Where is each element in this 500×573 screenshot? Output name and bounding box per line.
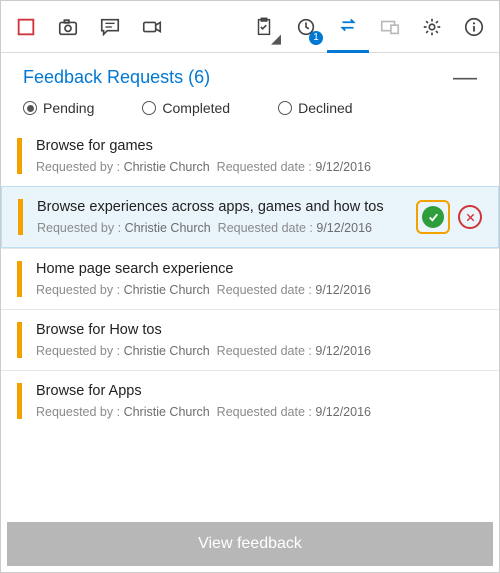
requester-name: Christie Church xyxy=(124,283,210,297)
filter-completed[interactable]: Completed xyxy=(142,100,230,116)
filter-label: Declined xyxy=(298,100,352,116)
requested-date-label: Requested date : xyxy=(217,344,312,358)
history-button[interactable]: 1 xyxy=(285,1,327,53)
accent-bar xyxy=(18,199,23,235)
feedback-item[interactable]: Browse for Apps Requested by : Christie C… xyxy=(1,370,499,431)
comment-icon xyxy=(99,16,121,38)
sync-icon xyxy=(337,14,359,36)
square-icon xyxy=(15,16,37,38)
info-button[interactable] xyxy=(453,1,495,53)
view-feedback-button[interactable]: View feedback xyxy=(7,522,493,566)
accent-bar xyxy=(17,322,22,358)
filter-row: Pending Completed Declined xyxy=(23,100,477,120)
accept-button[interactable] xyxy=(416,200,450,234)
signal-icon: ◢ xyxy=(271,31,281,47)
check-circle-icon xyxy=(422,206,444,228)
accent-bar xyxy=(17,261,22,297)
radio-icon xyxy=(142,101,156,115)
panel-header-area: Feedback Requests (6) — Pending Complete… xyxy=(1,53,499,126)
item-text: Browse for How tos Requested by : Christi… xyxy=(36,322,483,358)
radio-icon xyxy=(23,101,37,115)
close-icon xyxy=(465,212,476,223)
item-meta: Requested by : Christie Church Requested… xyxy=(36,160,483,174)
requested-date-label: Requested date : xyxy=(217,405,312,419)
stop-record-button[interactable] xyxy=(5,1,47,53)
gear-icon xyxy=(421,16,443,38)
feedback-item[interactable]: Browse experiences across apps, games an… xyxy=(1,186,499,248)
feedback-item[interactable]: Browse for How tos Requested by : Christi… xyxy=(1,309,499,370)
requested-by-label: Requested by : xyxy=(36,344,120,358)
sync-tab[interactable] xyxy=(327,1,369,53)
filter-declined[interactable]: Declined xyxy=(278,100,352,116)
item-text: Home page search experience Requested by … xyxy=(36,261,483,297)
filter-label: Completed xyxy=(162,100,230,116)
video-button[interactable] xyxy=(131,1,173,53)
requester-name: Christie Church xyxy=(124,160,210,174)
item-title: Browse for How tos xyxy=(36,322,483,338)
requested-by-label: Requested by : xyxy=(36,405,120,419)
item-text: Browse for Apps Requested by : Christie C… xyxy=(36,383,483,419)
requested-date: 9/12/2016 xyxy=(315,283,371,297)
item-actions xyxy=(416,200,482,234)
requested-by-label: Requested by : xyxy=(36,160,120,174)
item-meta: Requested by : Christie Church Requested… xyxy=(37,221,406,235)
comment-button[interactable] xyxy=(89,1,131,53)
item-meta: Requested by : Christie Church Requested… xyxy=(36,344,483,358)
tasks-button[interactable]: ◢ xyxy=(243,1,285,53)
item-text: Browse for games Requested by : Christie … xyxy=(36,138,483,174)
camera-icon xyxy=(57,16,79,38)
item-meta: Requested by : Christie Church Requested… xyxy=(36,405,483,419)
requested-date-label: Requested date : xyxy=(218,221,313,235)
video-icon xyxy=(141,16,163,38)
devices-icon xyxy=(379,16,401,38)
requester-name: Christie Church xyxy=(124,405,210,419)
item-title: Browse for Apps xyxy=(36,383,483,399)
decline-button[interactable] xyxy=(458,205,482,229)
feedback-item[interactable]: Browse for games Requested by : Christie … xyxy=(1,126,499,186)
requester-name: Christie Church xyxy=(125,221,211,235)
item-text: Browse experiences across apps, games an… xyxy=(37,199,406,235)
item-meta: Requested by : Christie Church Requested… xyxy=(36,283,483,297)
accent-bar xyxy=(17,138,22,174)
requested-date: 9/12/2016 xyxy=(315,160,371,174)
requested-date: 9/12/2016 xyxy=(315,405,371,419)
requested-by-label: Requested by : xyxy=(37,221,121,235)
panel-title: Feedback Requests (6) xyxy=(23,67,210,88)
top-toolbar: ◢ 1 xyxy=(1,1,499,53)
requested-date: 9/12/2016 xyxy=(316,221,372,235)
accent-bar xyxy=(17,383,22,419)
settings-button[interactable] xyxy=(411,1,453,53)
devices-button[interactable] xyxy=(369,1,411,53)
item-title: Home page search experience xyxy=(36,261,483,277)
item-title: Browse for games xyxy=(36,138,483,154)
requested-date-label: Requested date : xyxy=(217,160,312,174)
filter-label: Pending xyxy=(43,100,94,116)
collapse-button[interactable]: — xyxy=(453,73,477,83)
requested-by-label: Requested by : xyxy=(36,283,120,297)
item-title: Browse experiences across apps, games an… xyxy=(37,199,406,215)
radio-icon xyxy=(278,101,292,115)
info-icon xyxy=(463,16,485,38)
requested-date-label: Requested date : xyxy=(217,283,312,297)
feedback-item[interactable]: Home page search experience Requested by … xyxy=(1,248,499,309)
requester-name: Christie Church xyxy=(124,344,210,358)
camera-button[interactable] xyxy=(47,1,89,53)
feedback-list: Browse for games Requested by : Christie … xyxy=(1,126,499,516)
filter-pending[interactable]: Pending xyxy=(23,100,94,116)
requested-date: 9/12/2016 xyxy=(315,344,371,358)
notification-badge: 1 xyxy=(309,31,323,45)
